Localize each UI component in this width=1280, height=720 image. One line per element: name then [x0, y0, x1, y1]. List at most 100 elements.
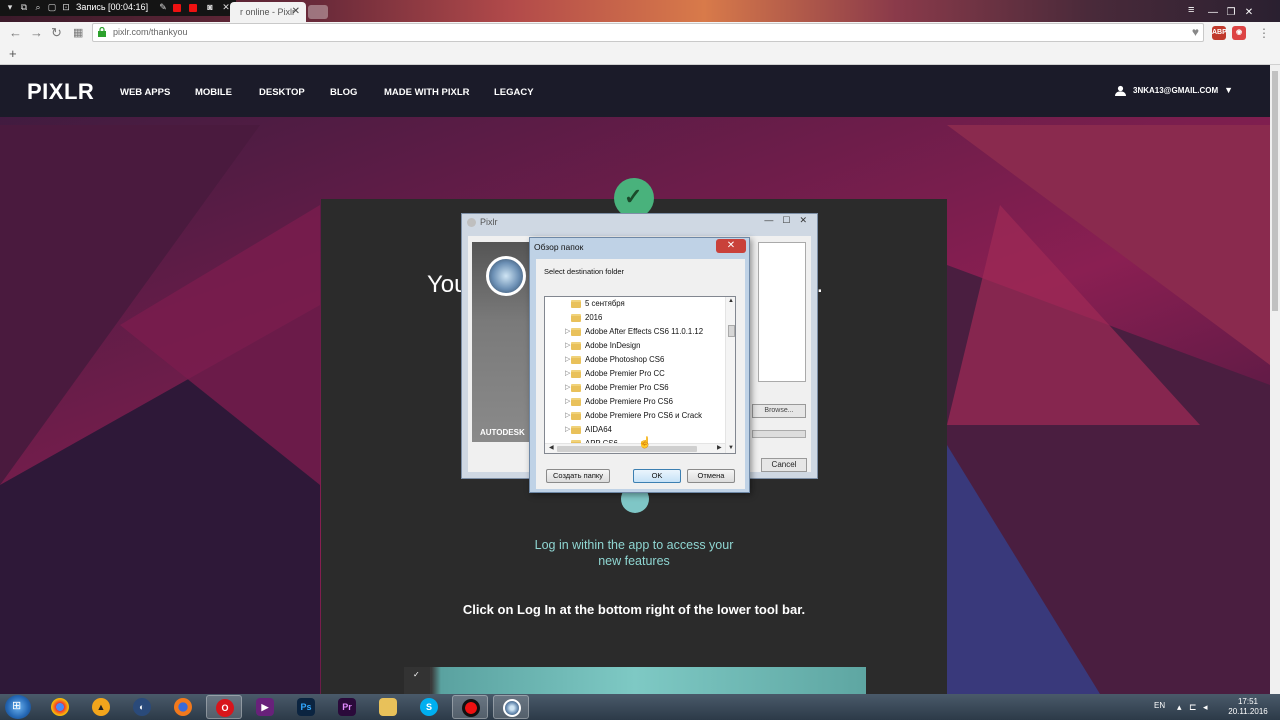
- nav-legacy[interactable]: LEGACY: [494, 87, 534, 98]
- tree-vertical-scrollbar[interactable]: ▲ ▼: [725, 297, 735, 453]
- browser-tab[interactable]: r online - Pixlr ✕: [230, 2, 306, 22]
- dialog-title: Обзор папок: [534, 242, 584, 252]
- pen-icon[interactable]: ✎: [158, 2, 168, 12]
- start-button[interactable]: ⊞: [5, 695, 31, 719]
- recorder-toggle-icon[interactable]: ⊡: [61, 2, 71, 12]
- close-window-icon[interactable]: ✕: [1240, 7, 1258, 18]
- folder-item[interactable]: ▷ Adobe Premiere Pro CS6 и Crack: [545, 409, 725, 423]
- ok-button[interactable]: OK: [633, 469, 681, 483]
- chrome-menu-icon[interactable]: ⋮: [1258, 25, 1270, 41]
- expand-arrow-icon[interactable]: ▷: [565, 353, 570, 367]
- add-bookmark-icon[interactable]: +: [9, 46, 17, 61]
- expand-arrow-icon[interactable]: ▷: [565, 409, 570, 423]
- expand-arrow-icon[interactable]: ▷: [565, 367, 570, 381]
- maximize-icon[interactable]: ☐: [782, 215, 790, 225]
- new-tab-button[interactable]: [308, 5, 328, 19]
- folder-item[interactable]: ▷ Adobe Premiere Pro CS6: [545, 395, 725, 409]
- folder-tree[interactable]: 5 сентября 2016 ▷ Adobe After Effects CS6…: [544, 296, 736, 454]
- tree-scroll-thumb[interactable]: [728, 325, 735, 337]
- expand-arrow-icon[interactable]: ▷: [565, 423, 570, 437]
- installer-cancel-button[interactable]: Cancel: [761, 458, 807, 472]
- expand-arrow-icon[interactable]: ▷: [565, 395, 570, 409]
- taskbar-pixlr[interactable]: [493, 695, 529, 719]
- volume-icon[interactable]: ◂: [1203, 702, 1208, 713]
- minimize-icon[interactable]: —: [1204, 7, 1222, 18]
- scroll-left-icon[interactable]: ◀: [549, 444, 554, 451]
- stop-icon[interactable]: [173, 4, 181, 12]
- adblock-icon[interactable]: ABP: [1212, 26, 1227, 40]
- camera-icon[interactable]: ◙: [205, 2, 215, 12]
- folder-item[interactable]: ▷ AIDA64: [545, 423, 725, 437]
- folder-icon: [571, 398, 581, 406]
- folder-item[interactable]: ▷ Adobe Photoshop CS6: [545, 353, 725, 367]
- taskbar-explorer[interactable]: [370, 695, 406, 719]
- recorder-region-icon[interactable]: ▢: [47, 2, 57, 12]
- folder-item[interactable]: 2016: [545, 311, 725, 325]
- pixlr-icon: [503, 699, 521, 717]
- expand-arrow-icon[interactable]: ▷: [565, 325, 570, 339]
- tray-expand-icon[interactable]: ▴: [1177, 702, 1182, 713]
- close-icon[interactable]: ✕: [799, 215, 807, 225]
- nav-desktop[interactable]: DESKTOP: [259, 87, 305, 98]
- login-instruction: Log in within the app to access your new…: [534, 538, 734, 568]
- taskbar-skype[interactable]: S: [411, 695, 447, 719]
- folder-item[interactable]: ▷ Adobe After Effects CS6 11.0.1.12: [545, 325, 725, 339]
- taskbar-recorder[interactable]: [452, 695, 488, 719]
- photoshop-icon: Ps: [297, 698, 315, 716]
- restore-icon[interactable]: ❐: [1222, 7, 1240, 18]
- success-check-icon: ✓: [614, 178, 654, 218]
- folder-item[interactable]: ▷ Adobe Premier Pro CC: [545, 367, 725, 381]
- folder-item[interactable]: ▷ Adobe Premier Pro CS6: [545, 381, 725, 395]
- user-menu[interactable]: 3NKA13@GMAIL.COM ▼: [1115, 85, 1233, 97]
- aimp-icon: ▲: [92, 698, 110, 716]
- folder-item[interactable]: ▷ Adobe InDesign: [545, 339, 725, 353]
- taskbar-opera[interactable]: O: [206, 695, 242, 719]
- recorder-window-icon[interactable]: ⧉: [19, 2, 29, 12]
- bookmark-star-icon[interactable]: ♥: [1192, 25, 1199, 39]
- taskbar-photoshop[interactable]: Ps: [288, 695, 324, 719]
- page-scrollbar-thumb[interactable]: [1272, 71, 1278, 311]
- page-scrollbar[interactable]: [1270, 65, 1280, 694]
- taskbar-aimp[interactable]: ▲: [83, 695, 119, 719]
- taskbar-premiere[interactable]: Pr: [329, 695, 365, 719]
- installer-list[interactable]: [758, 242, 806, 382]
- scroll-right-icon[interactable]: ▶: [717, 444, 722, 451]
- expand-arrow-icon[interactable]: ▷: [565, 381, 570, 395]
- folder-item[interactable]: 5 сентября: [545, 297, 725, 311]
- expand-arrow-icon[interactable]: ▷: [565, 339, 570, 353]
- scroll-down-icon[interactable]: ▼: [728, 445, 734, 451]
- nav-made-with-pixlr[interactable]: MADE WITH PIXLR: [384, 87, 470, 98]
- address-bar[interactable]: pixlr.com/thankyou ♥: [92, 23, 1204, 42]
- tree-hscroll-thumb[interactable]: [557, 446, 697, 452]
- clock[interactable]: 17:51 20.11.2016: [1222, 697, 1274, 717]
- browse-button[interactable]: Browse...: [752, 404, 806, 418]
- nav-mobile[interactable]: MOBILE: [195, 87, 232, 98]
- dialog-cancel-button[interactable]: Отмена: [687, 469, 735, 483]
- chrome-icon: [51, 698, 69, 716]
- click-instruction: Click on Log In at the bottom right of t…: [462, 602, 806, 617]
- scroll-up-icon[interactable]: ▲: [728, 298, 734, 304]
- taskbar-cinema4d[interactable]: ◐: [124, 695, 160, 719]
- tab-close-icon[interactable]: ✕: [292, 6, 300, 17]
- reload-icon[interactable]: ↻: [51, 25, 62, 41]
- pixlr-logo[interactable]: PIXLR: [27, 79, 94, 105]
- taskbar-chrome[interactable]: [42, 695, 78, 719]
- extension-icon[interactable]: ◉: [1232, 26, 1246, 40]
- menu-icon[interactable]: ≡: [1188, 4, 1200, 16]
- nav-web-apps[interactable]: WEB APPS: [120, 87, 170, 98]
- record-stop-icon[interactable]: [189, 4, 197, 12]
- back-icon[interactable]: ←: [9, 25, 22, 41]
- taskbar-visualstudio[interactable]: ▶: [247, 695, 283, 719]
- network-icon[interactable]: ⊏: [1189, 702, 1197, 713]
- tree-horizontal-scrollbar[interactable]: ◀ ▶: [545, 443, 725, 453]
- recorder-zoom-icon[interactable]: ⌕: [33, 2, 43, 12]
- dialog-close-icon[interactable]: ✕: [716, 239, 746, 253]
- taskbar-firefox[interactable]: [165, 695, 201, 719]
- language-indicator[interactable]: EN: [1154, 701, 1165, 710]
- recorder-menu-icon[interactable]: ▾: [5, 2, 15, 12]
- apps-grid-icon[interactable]: ▦: [73, 25, 83, 41]
- minimize-icon[interactable]: —: [764, 215, 773, 225]
- forward-icon[interactable]: →: [30, 25, 43, 41]
- create-folder-button[interactable]: Создать папку: [546, 469, 610, 483]
- nav-blog[interactable]: BLOG: [330, 87, 357, 98]
